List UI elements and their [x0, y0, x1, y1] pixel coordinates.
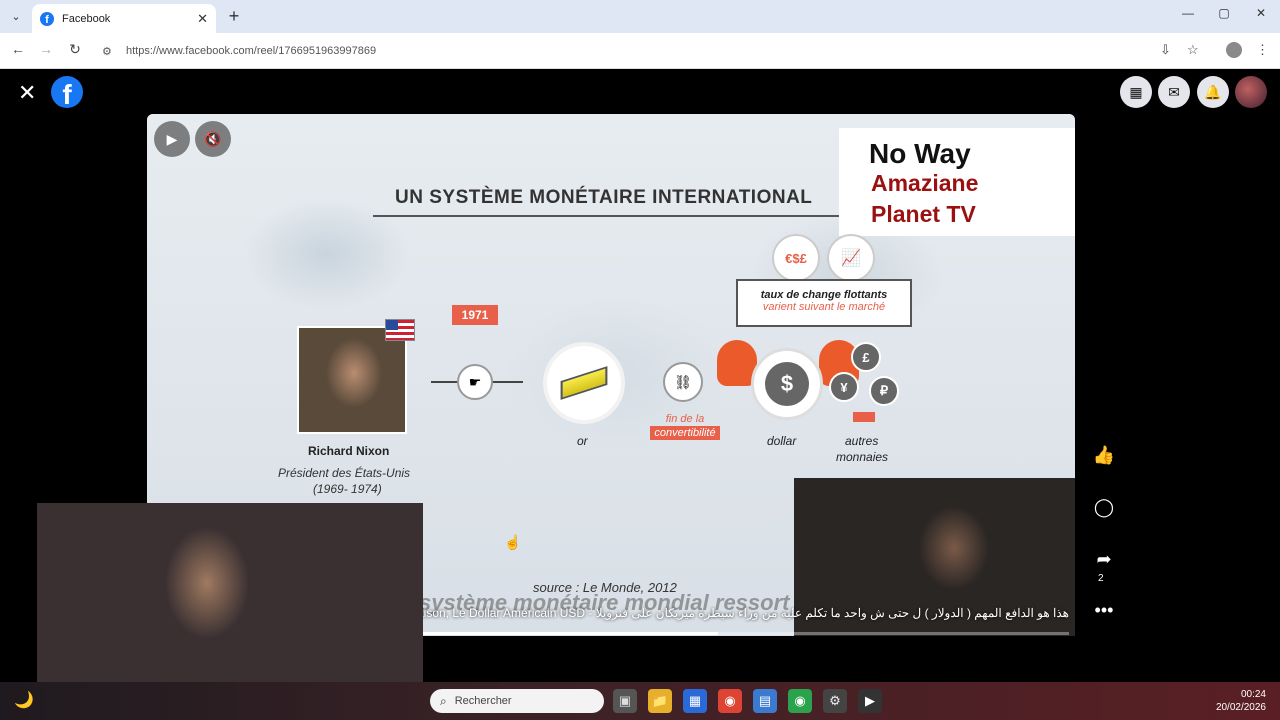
- url-text[interactable]: https://www.facebook.com/reel/1766951963…: [126, 45, 376, 57]
- comment-button[interactable]: ◯: [1090, 497, 1118, 518]
- system-clock[interactable]: 00:24 20/02/2026: [1216, 688, 1266, 714]
- other-currencies-icon: £ ¥ ₽: [829, 342, 905, 418]
- us-flag-icon: [385, 319, 415, 341]
- more-options-button[interactable]: •••: [1090, 600, 1118, 621]
- currency-exchange-icon: €$£: [772, 234, 820, 282]
- menu-grid-icon[interactable]: ▦: [1120, 76, 1152, 108]
- person-years: (1969- 1974): [313, 482, 382, 496]
- install-app-icon[interactable]: ⇩: [1160, 42, 1171, 58]
- taux-line-1: taux de change flottants: [760, 289, 888, 301]
- tab-title: Facebook: [62, 12, 111, 25]
- bookmark-star-icon[interactable]: ☆: [1187, 42, 1199, 58]
- dollar-label: dollar: [767, 434, 797, 448]
- floating-rates-box: taux de change flottants varient suivant…: [736, 279, 912, 327]
- autres-label: autres: [845, 434, 879, 448]
- fin-line-1: fin de la: [665, 413, 705, 425]
- broken-chain-icon: ⛓: [663, 362, 703, 402]
- like-button[interactable]: 👍: [1090, 445, 1118, 466]
- facebook-logo-icon[interactable]: f: [51, 76, 83, 108]
- mouse-cursor-icon: ☝: [504, 534, 522, 550]
- orange-marker: [853, 412, 875, 422]
- share-count: 2: [1098, 573, 1104, 584]
- new-tab-button[interactable]: +: [226, 6, 242, 26]
- taskbar-search[interactable]: ⌕ Rechercher: [430, 689, 604, 713]
- year-badge: 1971: [452, 305, 498, 325]
- brand-line-2: Amaziane: [871, 170, 979, 196]
- brand-line-3: Planet TV: [871, 201, 976, 227]
- taskbar-search-placeholder: Rechercher: [454, 695, 512, 707]
- address-bar: ← → ↻ ⚙ https://www.facebook.com/reel/17…: [0, 33, 1280, 69]
- window-close-button[interactable]: ✕: [1251, 6, 1271, 20]
- maximize-button[interactable]: ▢: [1214, 6, 1234, 20]
- windows-taskbar: [0, 682, 1280, 720]
- tab-close-icon[interactable]: ✕: [197, 11, 208, 27]
- chrome-icon[interactable]: ◉: [718, 689, 742, 713]
- messenger-icon[interactable]: ✉: [1158, 76, 1190, 108]
- play-icon[interactable]: ▶: [154, 121, 190, 157]
- chrome-profile-icon[interactable]: ◉: [788, 689, 812, 713]
- browser-tab-bar: ⌄ f Facebook ✕ + — ▢ ✕: [0, 0, 1280, 33]
- browser-profile-avatar[interactable]: [1226, 42, 1242, 58]
- slide-title: UN SYSTÈME MONÉTAIRE INTERNATIONAL: [395, 187, 813, 208]
- hand-icon: ☛: [457, 364, 493, 400]
- notepad-icon[interactable]: ▤: [753, 689, 777, 713]
- share-button[interactable]: ➦: [1090, 549, 1118, 570]
- mute-icon[interactable]: 🔇: [195, 121, 231, 157]
- account-avatar[interactable]: [1235, 76, 1267, 108]
- end-convertibility-label: fin de la convertibilité: [637, 412, 733, 442]
- task-view-icon[interactable]: ▣: [613, 689, 637, 713]
- more-dots-icon: •••: [1094, 600, 1114, 620]
- video-progress-fill: [419, 632, 718, 635]
- comment-bubble-icon: ◯: [1093, 497, 1115, 517]
- person-role: Président des États-Unis: [278, 466, 411, 480]
- minimize-button[interactable]: —: [1178, 6, 1198, 20]
- clock-date: 20/02/2026: [1215, 702, 1266, 713]
- person-name: Richard Nixon: [308, 444, 390, 458]
- reel-caption[interactable]: هذا هو الدافع المهم ( الدولار ) ل حتى ش …: [419, 606, 1069, 626]
- media-player-icon[interactable]: ▶: [858, 689, 882, 713]
- store-icon[interactable]: ▦: [683, 689, 707, 713]
- dollar-coin-icon: $: [751, 348, 823, 420]
- monnaies-label: monnaies: [836, 450, 889, 464]
- facebook-favicon-icon: f: [40, 11, 54, 26]
- reel-close-icon[interactable]: ✕: [18, 80, 36, 106]
- share-arrow-icon: ➦: [1096, 549, 1112, 569]
- fin-line-2: convertibilité: [650, 426, 720, 440]
- site-settings-icon[interactable]: ⚙: [102, 45, 122, 58]
- clock-time: 00:24: [1240, 689, 1266, 700]
- forward-arrow-icon[interactable]: →: [37, 41, 55, 57]
- browser-tab[interactable]: f Facebook ✕: [32, 4, 216, 33]
- gold-label: or: [577, 434, 588, 448]
- weather-moon-icon[interactable]: 🌙: [14, 690, 34, 710]
- nixon-portrait: [297, 326, 407, 434]
- video-progress-bar[interactable]: [419, 632, 1069, 635]
- title-underline: [373, 215, 841, 217]
- back-arrow-icon[interactable]: ←: [9, 41, 27, 57]
- brand-line-1: No Way: [869, 138, 971, 169]
- url-box[interactable]: ⚙ https://www.facebook.com/reel/17669519…: [96, 38, 1216, 64]
- notifications-bell-icon[interactable]: 🔔: [1197, 76, 1229, 108]
- market-chart-icon: 📈: [827, 234, 875, 282]
- tab-search-chevron-icon[interactable]: ⌄: [4, 5, 28, 27]
- search-icon: ⌕: [440, 693, 447, 708]
- gold-icon: [547, 346, 621, 420]
- reload-icon[interactable]: ↻: [66, 41, 84, 58]
- taux-line-2: varient suivant le marché: [762, 301, 886, 313]
- app-settings-icon[interactable]: ⚙: [823, 689, 847, 713]
- file-explorer-icon[interactable]: 📁: [648, 689, 672, 713]
- browser-menu-icon[interactable]: ⋮: [1256, 42, 1269, 58]
- thumbs-up-icon: 👍: [1092, 445, 1116, 465]
